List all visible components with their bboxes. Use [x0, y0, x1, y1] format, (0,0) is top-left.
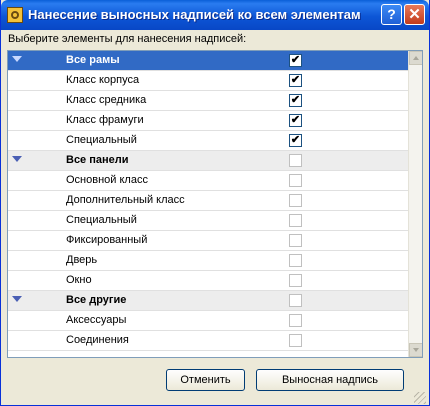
row-label: Окно — [66, 274, 92, 286]
collapse-triangle-icon[interactable] — [12, 296, 22, 302]
list-item[interactable]: Окно — [8, 271, 408, 291]
row-checkbox[interactable] — [289, 274, 302, 287]
list-item[interactable]: Фиксированный — [8, 231, 408, 251]
row-checkbox[interactable] — [289, 174, 302, 187]
row-label: Класс фрамуги — [66, 114, 144, 126]
row-label: Все другие — [66, 294, 127, 306]
row-label: Специальный — [66, 134, 137, 146]
row-checkbox[interactable] — [289, 154, 302, 167]
group-row[interactable]: Все другие — [8, 291, 408, 311]
close-button[interactable]: ✕ — [404, 4, 425, 25]
list-item[interactable]: Аксессуары — [8, 311, 408, 331]
scroll-up-arrow-icon[interactable] — [409, 51, 422, 65]
row-label: Все панели — [66, 154, 129, 166]
app-icon — [7, 7, 23, 23]
row-label: Соединения — [66, 334, 129, 346]
row-checkbox[interactable] — [289, 94, 302, 107]
vertical-scrollbar[interactable] — [408, 51, 422, 357]
list-item[interactable]: Основной класс — [8, 171, 408, 191]
row-checkbox[interactable] — [289, 314, 302, 327]
group-row[interactable]: Все панели — [8, 151, 408, 171]
element-list[interactable]: Все рамы Класс корпуса Класс средника Класс… — [7, 50, 423, 358]
row-label: Аксессуары — [66, 314, 127, 326]
row-checkbox[interactable] — [289, 334, 302, 347]
list-item[interactable]: Специальный — [8, 131, 408, 151]
list-item[interactable]: Соединения — [8, 331, 408, 351]
list-item[interactable]: Класс корпуса — [8, 71, 408, 91]
row-label: Фиксированный — [66, 234, 148, 246]
collapse-triangle-icon[interactable] — [12, 56, 22, 62]
row-label: Специальный — [66, 214, 137, 226]
list-item[interactable]: Дополнительный класс — [8, 191, 408, 211]
row-checkbox[interactable] — [289, 214, 302, 227]
row-checkbox[interactable] — [289, 54, 302, 67]
help-button[interactable]: ? — [381, 4, 402, 25]
list-item[interactable]: Специальный — [8, 211, 408, 231]
row-label: Все рамы — [66, 54, 120, 66]
callout-button[interactable]: Выносная надпись — [256, 369, 404, 391]
group-row[interactable]: Все рамы — [8, 51, 408, 71]
row-checkbox[interactable] — [289, 114, 302, 127]
collapse-triangle-icon[interactable] — [12, 156, 22, 162]
row-label: Основной класс — [66, 174, 148, 186]
row-label: Дополнительный класс — [66, 194, 185, 206]
row-checkbox[interactable] — [289, 134, 302, 147]
window-title: Нанесение выносных надписей ко всем элем… — [28, 7, 361, 22]
row-label: Класс средника — [66, 94, 147, 106]
cancel-button[interactable]: Отменить — [166, 369, 245, 391]
instruction-label: Выберите элементы для нанесения надписей… — [8, 33, 247, 45]
row-label: Дверь — [66, 254, 98, 266]
list-item[interactable]: Дверь — [8, 251, 408, 271]
row-checkbox[interactable] — [289, 74, 302, 87]
row-checkbox[interactable] — [289, 294, 302, 307]
row-label: Класс корпуса — [66, 74, 140, 86]
scroll-down-arrow-icon[interactable] — [409, 343, 422, 357]
title-bar[interactable]: Нанесение выносных надписей ко всем элем… — [1, 0, 429, 30]
list-item[interactable]: Класс фрамуги — [8, 111, 408, 131]
row-checkbox[interactable] — [289, 194, 302, 207]
dialog-window: Нанесение выносных надписей ко всем элем… — [0, 0, 430, 406]
resize-grip-icon[interactable] — [414, 392, 426, 404]
list-item[interactable]: Класс средника — [8, 91, 408, 111]
row-checkbox[interactable] — [289, 234, 302, 247]
row-checkbox[interactable] — [289, 254, 302, 267]
